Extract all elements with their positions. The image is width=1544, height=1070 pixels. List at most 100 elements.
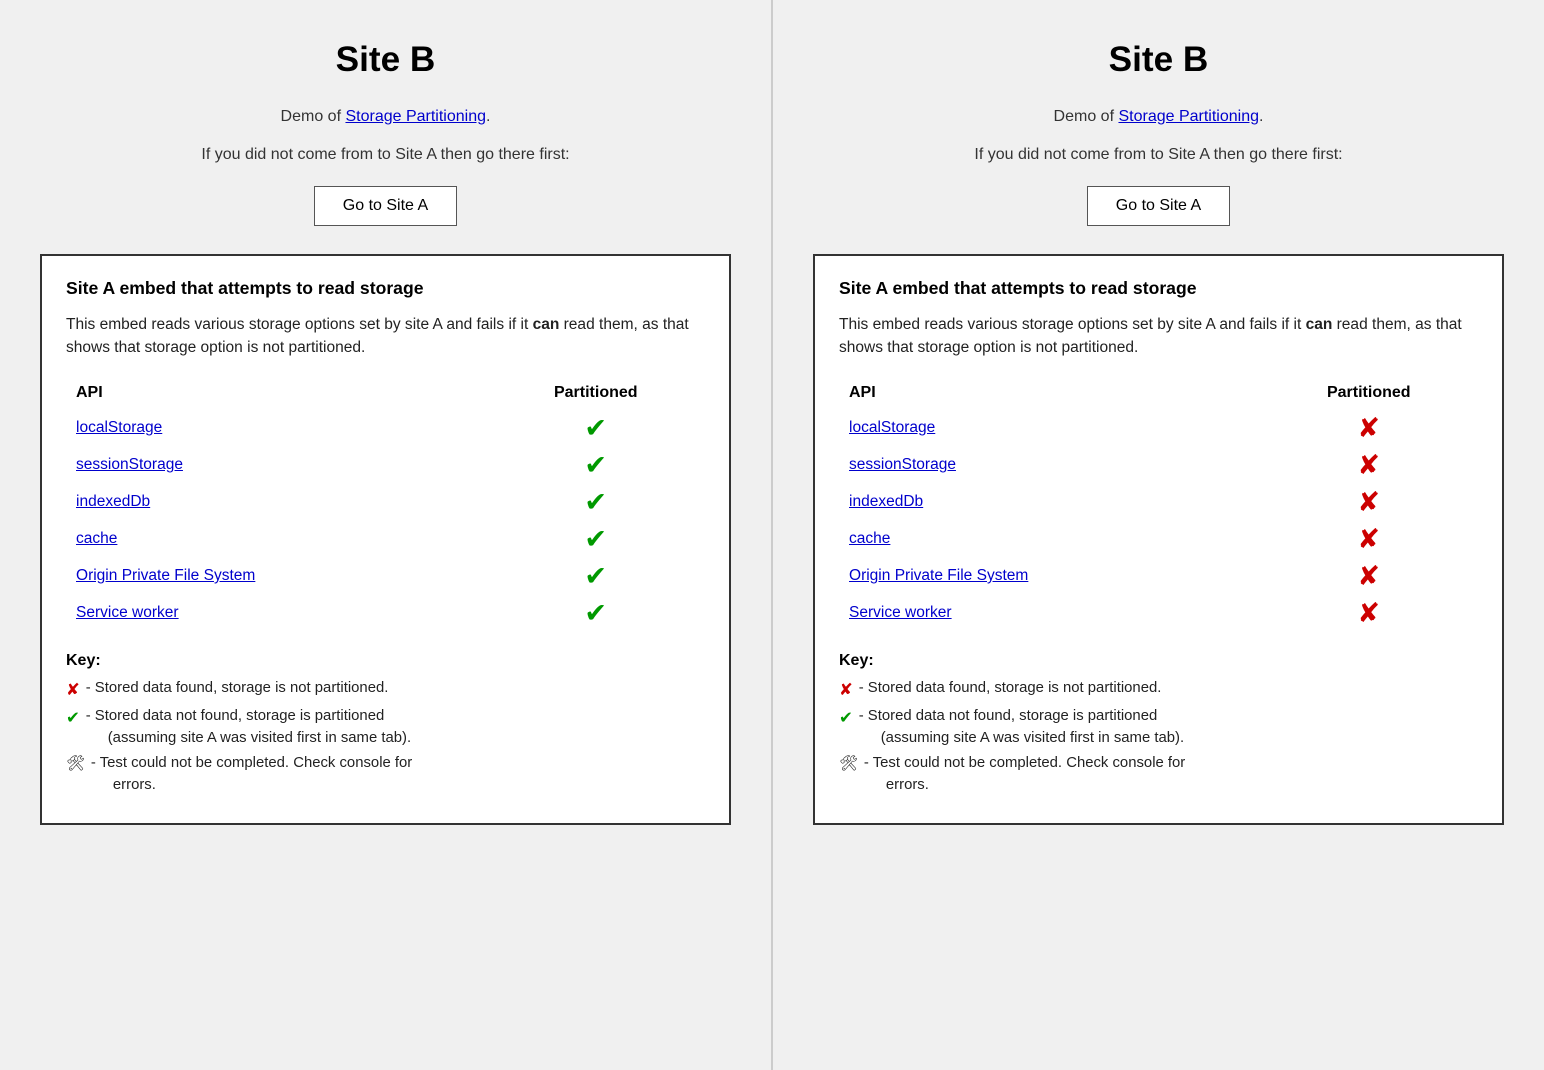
embed-title: Site A embed that attempts to read stora… <box>839 278 1478 299</box>
cross-icon: ✘ <box>66 679 80 703</box>
key-item: ✘ - Stored data found, storage is not par… <box>66 678 705 703</box>
api-link[interactable]: indexedDb <box>849 493 923 510</box>
instruction-text: If you did not come from to Site A then … <box>201 146 569 164</box>
key-title: Key: <box>839 652 1478 670</box>
embed-description: This embed reads various storage options… <box>66 313 705 360</box>
partitioned-column-header: Partitioned <box>1260 380 1478 410</box>
api-table: APIPartitionedlocalStorage✘sessionStorag… <box>839 380 1478 632</box>
storage-partitioning-link[interactable]: Storage Partitioning <box>1118 108 1259 125</box>
api-link[interactable]: indexedDb <box>76 493 150 510</box>
api-label: Origin Private File System <box>66 558 487 595</box>
partitioned-column-header: Partitioned <box>487 380 705 410</box>
api-status: ✘ <box>1260 447 1478 484</box>
check-icon: ✔ <box>66 707 80 731</box>
api-label: cache <box>66 521 487 558</box>
table-row: Origin Private File System ✘ <box>839 558 1478 595</box>
table-row: cache ✔ <box>66 521 705 558</box>
key-item-text: - Test could not be completed. Check con… <box>864 753 1478 796</box>
api-status: ✘ <box>1260 410 1478 447</box>
table-row: indexedDb✔ <box>66 484 705 521</box>
table-row: Origin Private File System ✔ <box>66 558 705 595</box>
api-link[interactable]: localStorage <box>849 419 935 436</box>
check-icon: ✔ <box>839 707 853 731</box>
check-icon: ✔ <box>584 598 607 628</box>
check-icon: ✔ <box>584 413 607 443</box>
key-item: ✔- Stored data not found, storage is par… <box>66 706 705 749</box>
api-link[interactable]: Origin Private File System <box>76 567 255 584</box>
cross-icon: ✘ <box>1357 450 1380 480</box>
cross-icon: ✘ <box>839 679 853 703</box>
api-status: ✘ <box>1260 521 1478 558</box>
api-label: sessionStorage <box>839 447 1260 484</box>
api-label: localStorage <box>839 410 1260 447</box>
api-status: ✔ <box>487 447 705 484</box>
right-panel: Site B Demo of Storage Partitioning. If yo… <box>773 0 1544 1070</box>
api-status: ✘ <box>1260 484 1478 521</box>
api-label: Origin Private File System <box>839 558 1260 595</box>
embed-description: This embed reads various storage options… <box>839 313 1478 360</box>
warning-icon: 🛠 <box>839 754 858 776</box>
key-item: 🛠 - Test could not be completed. Check co… <box>839 753 1478 796</box>
api-link[interactable]: cache <box>849 530 890 547</box>
key-section: Key: ✘ - Stored data found, storage is not… <box>839 652 1478 797</box>
key-subtext: (assuming site A was visited first in sa… <box>86 728 705 750</box>
api-label: indexedDb <box>66 484 487 521</box>
embed-box: Site A embed that attempts to read stora… <box>40 254 731 825</box>
api-link[interactable]: sessionStorage <box>76 456 183 473</box>
site-title: Site B <box>336 40 436 80</box>
api-link[interactable]: cache <box>76 530 117 547</box>
table-row: cache ✘ <box>839 521 1478 558</box>
instruction-text: If you did not come from to Site A then … <box>974 146 1342 164</box>
embed-box: Site A embed that attempts to read stora… <box>813 254 1504 825</box>
api-column-header: API <box>839 380 1260 410</box>
table-row: Service worker ✔ <box>66 595 705 632</box>
demo-text: Demo of Storage Partitioning. <box>281 108 491 126</box>
check-icon: ✔ <box>584 524 607 554</box>
goto-site-a-button[interactable]: Go to Site A <box>1087 186 1230 226</box>
demo-text: Demo of Storage Partitioning. <box>1054 108 1264 126</box>
key-item-text: - Stored data found, storage is not part… <box>86 678 705 700</box>
key-item-text: - Test could not be completed. Check con… <box>91 753 705 796</box>
left-panel: Site B Demo of Storage Partitioning. If yo… <box>0 0 773 1070</box>
warning-icon: 🛠 <box>66 754 85 776</box>
api-status: ✔ <box>487 521 705 558</box>
api-label: indexedDb <box>839 484 1260 521</box>
cross-icon: ✘ <box>1357 561 1380 591</box>
storage-partitioning-link[interactable]: Storage Partitioning <box>345 108 486 125</box>
api-link[interactable]: Origin Private File System <box>849 567 1028 584</box>
table-row: Service worker ✘ <box>839 595 1478 632</box>
goto-site-a-button[interactable]: Go to Site A <box>314 186 457 226</box>
api-link[interactable]: Service worker <box>849 604 952 621</box>
cross-icon: ✘ <box>1357 487 1380 517</box>
api-column-header: API <box>66 380 487 410</box>
key-item-text: - Stored data found, storage is not part… <box>859 678 1478 700</box>
key-item-text: - Stored data not found, storage is part… <box>86 706 705 749</box>
api-status: ✔ <box>487 558 705 595</box>
key-item-text: - Stored data not found, storage is part… <box>859 706 1478 749</box>
api-status: ✘ <box>1260 595 1478 632</box>
api-status: ✔ <box>487 595 705 632</box>
api-table: APIPartitioned localStorage ✔ sessionStorag… <box>66 380 705 632</box>
check-icon: ✔ <box>584 561 607 591</box>
key-subtext: (assuming site A was visited first in sa… <box>859 728 1478 750</box>
api-label: localStorage <box>66 410 487 447</box>
key-section: Key: ✘ - Stored data found, storage is not… <box>66 652 705 797</box>
api-label: sessionStorage <box>66 447 487 484</box>
embed-title: Site A embed that attempts to read stora… <box>66 278 705 299</box>
api-link[interactable]: Service worker <box>76 604 179 621</box>
cross-icon: ✘ <box>1357 524 1380 554</box>
key-item: ✔- Stored data not found, storage is par… <box>839 706 1478 749</box>
api-status: ✔ <box>487 410 705 447</box>
key-item: 🛠 - Test could not be completed. Check co… <box>66 753 705 796</box>
key-title: Key: <box>66 652 705 670</box>
cross-icon: ✘ <box>1357 413 1380 443</box>
site-title: Site B <box>1109 40 1209 80</box>
api-status: ✘ <box>1260 558 1478 595</box>
table-row: sessionStorage ✘ <box>839 447 1478 484</box>
table-row: localStorage ✔ <box>66 410 705 447</box>
cross-icon: ✘ <box>1357 598 1380 628</box>
key-item: ✘ - Stored data found, storage is not par… <box>839 678 1478 703</box>
table-row: localStorage ✘ <box>839 410 1478 447</box>
api-link[interactable]: localStorage <box>76 419 162 436</box>
api-link[interactable]: sessionStorage <box>849 456 956 473</box>
